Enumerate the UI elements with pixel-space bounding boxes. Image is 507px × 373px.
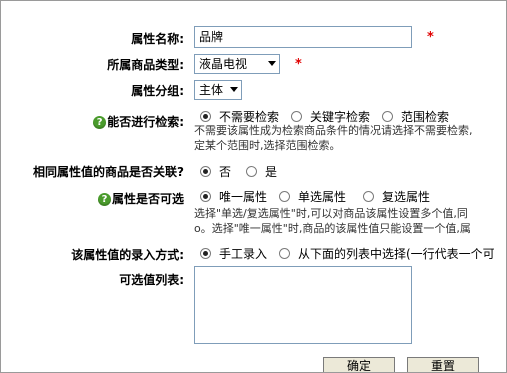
linked-label: 相同属性值的商品是否关联? (33, 165, 184, 179)
values-list-label: 可选值列表: (119, 273, 184, 287)
searchable-note-line1: 不需要该属性成为检索商品条件的情况请选择不需要检索, (194, 124, 473, 137)
group-select[interactable]: 主体 (194, 80, 242, 100)
input-type-radio-list[interactable] (279, 248, 290, 259)
selectable-radio-single[interactable] (279, 191, 290, 202)
selectable-label-wrap: ? 属性是否可选 (97, 190, 184, 207)
linked-option-yes: 是 (265, 165, 278, 179)
selectable-note-line1: 选择"单选/复选属性"时,可以对商品该属性设置多个值,同 (194, 207, 468, 220)
selectable-label: 属性是否可选 (111, 192, 184, 206)
selectable-radio-multi[interactable] (363, 191, 374, 202)
selectable-option-single: 单选属性 (298, 190, 347, 204)
chevron-down-icon (268, 61, 276, 66)
reset-button[interactable]: 重置 (407, 357, 479, 372)
selectable-radio-unique[interactable] (200, 191, 211, 202)
attr-name-label: 属性名称: (131, 32, 184, 46)
chevron-down-icon (230, 87, 238, 92)
input-type-radio-manual[interactable] (200, 248, 211, 259)
searchable-radio-keyword[interactable] (291, 111, 302, 122)
searchable-radio-range[interactable] (382, 111, 393, 122)
attr-name-required: * (427, 30, 434, 45)
category-label: 所属商品类型: (107, 58, 184, 72)
ok-button[interactable]: 确定 (323, 357, 395, 372)
searchable-label-wrap: ? 能否进行检索: (93, 113, 184, 130)
linked-option-no: 否 (219, 165, 232, 179)
linked-radio-yes[interactable] (246, 166, 257, 177)
input-type-option-list: 从下面的列表中选择(一行代表一个可 (298, 247, 495, 261)
group-label: 属性分组: (131, 84, 184, 98)
category-select-value: 液晶电视 (199, 57, 248, 71)
group-select-value: 主体 (199, 83, 224, 97)
searchable-label: 能否进行检索: (107, 115, 184, 129)
selectable-option-unique: 唯一属性 (219, 190, 268, 204)
attribute-form: 属性名称: 品牌 * 所属商品类型: 液晶电视 * 属性分组: 主体 ? 能否进行… (0, 0, 507, 373)
attr-name-input[interactable]: 品牌 (194, 26, 412, 48)
searchable-radio-none[interactable] (200, 111, 211, 122)
input-type-label: 该属性值的录入方式: (71, 248, 184, 262)
linked-radio-no[interactable] (200, 166, 211, 177)
values-list-textarea[interactable] (194, 266, 412, 344)
help-icon[interactable]: ? (97, 193, 111, 206)
searchable-note-line2: 定某个范围时,选择范围检索。 (194, 139, 341, 152)
selectable-option-multi: 复选属性 (382, 190, 431, 204)
category-required: * (295, 57, 302, 72)
selectable-note-line2: o。选择"唯一属性"时,商品的该属性值只能设置一个值,属 (194, 222, 471, 235)
category-select[interactable]: 液晶电视 (194, 54, 280, 74)
help-icon[interactable]: ? (93, 116, 107, 129)
input-type-option-manual: 手工录入 (219, 247, 268, 261)
